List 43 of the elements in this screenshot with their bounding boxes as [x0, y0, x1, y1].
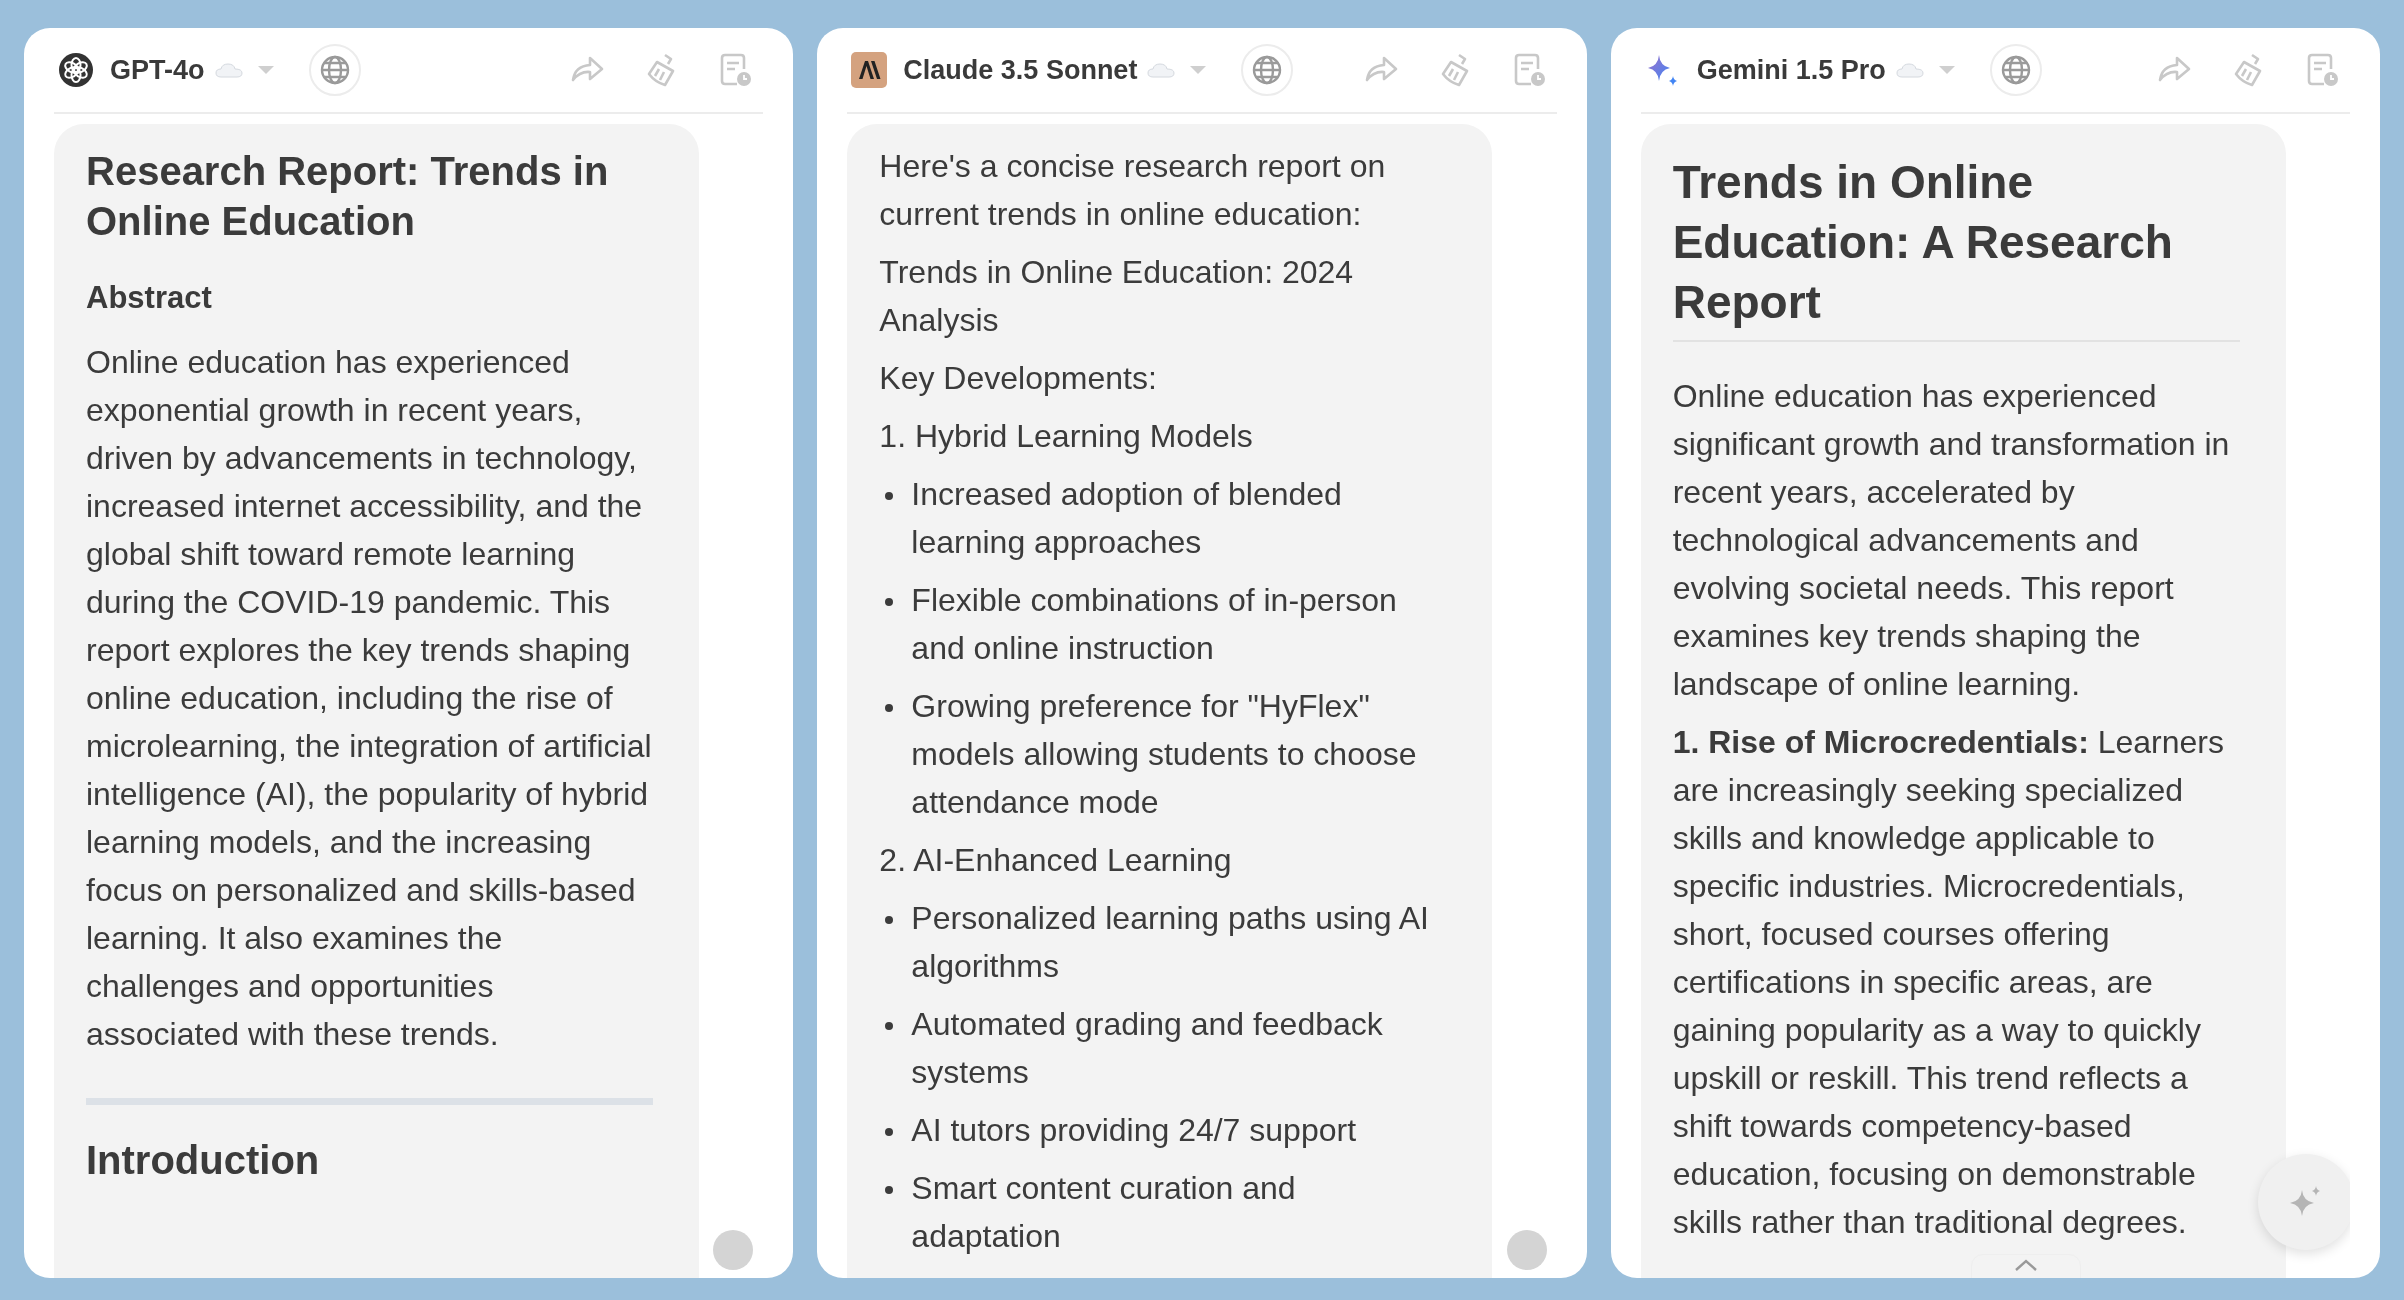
paragraph: Trends in Online Education: 2024 Analysis [879, 253, 1355, 340]
scroll-indicator[interactable] [713, 1230, 754, 1270]
web-search-button[interactable] [1989, 44, 2042, 96]
list-item: Growing preference for "HyFlex" models allowing students to choose attendance mode [911, 687, 1418, 822]
list-item: AI tutors providing 24/7 support [911, 1111, 1358, 1150]
list-item: Personalized learning paths using AI algorithms [911, 899, 1430, 986]
bullet-icon [885, 704, 894, 712]
list-item: Flexible combinations of in-person and online instruction [911, 581, 1398, 668]
caret-down-icon[interactable] [1189, 65, 1208, 75]
paragraph: Here's a concise research report on current trends in online education: [879, 147, 1387, 234]
list-item: Automated grading and feedback systems [911, 1005, 1384, 1092]
cloud-icon [1147, 62, 1176, 78]
report-title: Trends in Online Education: A Research Report [1672, 152, 2240, 342]
globe-icon [1999, 54, 2032, 86]
paragraph: Online education has experienced significant growth and transformation in recent years, accelerated by technological advancements and evolving societal needs. This report examines key trends shaping the landscape of online learning. [1672, 377, 2231, 704]
collapse-button[interactable] [1970, 1254, 2081, 1278]
bullet-icon [885, 1022, 894, 1030]
model-name[interactable]: Gemini 1.5 Pro [1696, 54, 1886, 86]
scroll-indicator[interactable] [1506, 1230, 1547, 1270]
globe-icon [318, 54, 351, 86]
bullet-icon [885, 916, 894, 924]
section-heading: Introduction [86, 1137, 321, 1184]
model-name[interactable]: GPT-4o [110, 54, 205, 86]
list-item: Increased adoption of blended learning approaches [911, 475, 1343, 562]
paragraph: Key Developments: [879, 359, 1158, 398]
cloud-icon [1895, 62, 1924, 78]
list-item: Smart content curation and adaptation [911, 1169, 1297, 1256]
section-heading: Abstract [86, 280, 213, 316]
paragraph: 2. AI-Enhanced Learning [879, 841, 1233, 880]
report-heading: Research Report: Trends in Online Education [86, 148, 610, 245]
caret-up-icon [2013, 1259, 2038, 1271]
bullet-icon [885, 1186, 894, 1194]
bullet-icon [885, 492, 894, 500]
caret-down-icon[interactable] [256, 65, 275, 75]
paragraph: 1. Rise of Microcredentials: Learners are increasingly seeking specialized skills and knowledge applicable to specific industries. Microcredentials, short, focused courses offering certifications in specific areas, are gaining popularity as a way to quickly upskill or reskill. This trend reflects a shift towards competency-based education, focusing on demonstrable skills rather than traditional degrees. [1672, 723, 2225, 1242]
cloud-icon [214, 62, 243, 78]
paragraph: Online education has experienced exponential growth in recent years, driven by advancements in technology, increased internet accessibility, and the global shift toward remote learning during the COVID-19 pandemic. This report explores the key trends shaping online education, including the rise of microlearning, the integration of artificial intelligence (AI), the popularity of hybrid learning models, and the increasing focus on personalized and skills-based learning. It also examines the challenges and opportunities associated with these trends. [86, 343, 653, 1054]
bullet-icon [885, 598, 894, 606]
paragraph: 1. Hybrid Learning Models [879, 417, 1254, 456]
bullet-icon [885, 1128, 894, 1136]
model-name[interactable]: Claude 3.5 Sonnet [903, 54, 1138, 86]
caret-down-icon[interactable] [1937, 65, 1956, 75]
globe-icon [1251, 54, 1284, 86]
